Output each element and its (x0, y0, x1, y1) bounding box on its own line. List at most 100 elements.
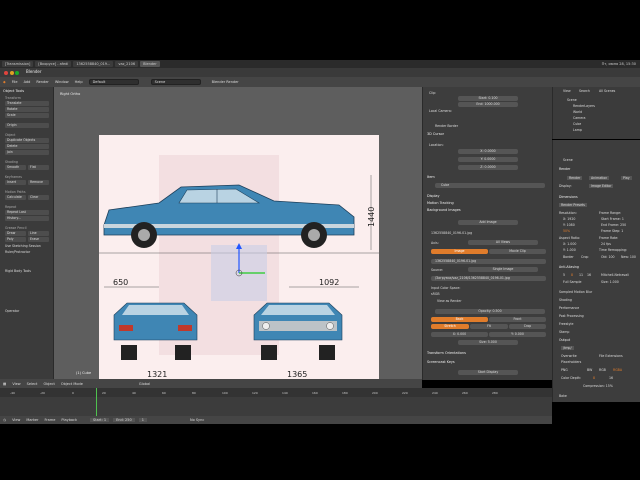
aa-samples-8[interactable]: 8 (571, 273, 573, 277)
taskbar-item-blender[interactable]: Blender (140, 61, 160, 67)
object-menu[interactable]: Object (40, 382, 57, 386)
resolution-y-field[interactable]: Y: 1080 (563, 223, 575, 227)
overwrite-checkbox[interactable]: Overwrite (561, 354, 577, 358)
cursor-x-field[interactable]: X: 0.0000 (458, 149, 518, 154)
timeline-frame-menu[interactable]: Frame (41, 418, 58, 422)
crop-button[interactable]: Crop (509, 324, 546, 329)
render-engine-selector[interactable]: Blender Render (209, 80, 242, 84)
orientation-selector[interactable]: Global (136, 382, 153, 386)
minimize-window-icon[interactable] (9, 70, 14, 75)
image-datablock-field[interactable]: 1362558840_0196-01.jpg (431, 259, 546, 264)
render-button[interactable]: Render (567, 176, 583, 180)
blender-logo-icon[interactable]: ◆ (0, 80, 9, 84)
stretch-button[interactable]: Stretch (431, 324, 469, 329)
bg-size-field[interactable]: Size: 5.000 (458, 340, 518, 345)
repeat-last-button[interactable]: Repeat Last (5, 210, 49, 215)
shading-header[interactable]: Shading (559, 298, 572, 302)
cursor-z-field[interactable]: Z: 0.0000 (458, 165, 518, 170)
bw-button[interactable]: BW (587, 368, 592, 372)
outliner-view-menu[interactable]: View (563, 89, 571, 93)
current-frame-field[interactable]: 1 (138, 418, 147, 422)
output-header[interactable]: Output (559, 338, 570, 342)
smooth-button[interactable]: Smooth (5, 165, 26, 170)
menu-window[interactable]: Window (52, 80, 72, 84)
remove-keyframe-button[interactable]: Remove (28, 180, 49, 185)
layout-selector[interactable]: Default (88, 79, 139, 85)
offset-y-field[interactable]: Y: 0.000 (489, 332, 546, 337)
timeline-view-menu[interactable]: View (9, 418, 23, 422)
output-path-field[interactable]: /tmp/ (561, 346, 574, 350)
ruler-button[interactable]: Ruler/Protractor (5, 250, 30, 254)
aa-filter-selector[interactable]: Mitchell-Netravali (601, 273, 629, 277)
performance-header[interactable]: Performance (559, 306, 579, 310)
operator-heading[interactable]: Operator (5, 309, 19, 313)
source-selector[interactable]: Single Image (468, 267, 538, 272)
front-button[interactable]: Front (489, 317, 546, 322)
compression-slider[interactable]: Compression: 15% (583, 384, 613, 388)
flat-button[interactable]: Flat (28, 165, 49, 170)
line-button[interactable]: Line (28, 231, 49, 236)
erase-button[interactable]: Erase (28, 237, 49, 242)
render-border-checkbox[interactable]: Render Border (435, 124, 458, 128)
use-sketching-checkbox[interactable]: Use Sketching Session (5, 244, 41, 248)
depth-8-button[interactable]: 8 (593, 376, 595, 380)
history-button[interactable]: History... (5, 216, 49, 221)
filepath-field[interactable]: /Загрузки/vaz_2106/1362558840_0196-01.jp… (431, 276, 546, 281)
image-source-tab[interactable]: Image (431, 249, 488, 254)
duplicate-button[interactable]: Duplicate Objects (5, 138, 49, 143)
outliner-item-camera[interactable]: Camera (573, 116, 586, 120)
movie-clip-tab[interactable]: Movie Clip (489, 249, 546, 254)
aa-samples-16[interactable]: 16 (587, 273, 591, 277)
scale-button[interactable]: Scale (5, 113, 49, 118)
old-field[interactable]: Old: 100 (601, 255, 615, 259)
taskbar-item[interactable]: vaz_2106 (115, 61, 139, 67)
sync-selector[interactable]: No Sync (187, 418, 207, 422)
play-button[interactable]: Play (621, 176, 632, 180)
animation-button[interactable]: Animation (589, 176, 610, 180)
rotate-button[interactable]: Rotate (5, 107, 49, 112)
taskbar-item[interactable]: [Transmission] (2, 61, 34, 67)
freestyle-header[interactable]: Freestyle (559, 322, 573, 326)
end-frame-field[interactable]: End: 250 (113, 418, 135, 422)
file-format-selector[interactable]: PNG (561, 368, 568, 372)
aspect-y-field[interactable]: Y: 1.000 (563, 248, 576, 252)
cursor-y-field[interactable]: Y: 0.0000 (458, 157, 518, 162)
aa-samples-11[interactable]: 11 (579, 273, 583, 277)
frame-step-field[interactable]: Frame Step: 1 (601, 229, 623, 233)
color-space-value[interactable]: sRGB (431, 292, 440, 296)
poly-button[interactable]: Poly (5, 237, 26, 242)
clear-button[interactable]: Clear (28, 195, 49, 200)
view-menu[interactable]: View (9, 382, 23, 386)
menu-add[interactable]: Add (21, 80, 34, 84)
anti-aliasing-header[interactable]: Anti-Aliasing (559, 265, 579, 269)
outliner-search-menu[interactable]: Search (579, 89, 590, 93)
join-button[interactable]: Join (5, 150, 49, 155)
display-panel-header[interactable]: Display (427, 194, 549, 199)
add-image-button[interactable]: Add Image (458, 220, 518, 225)
aa-size-field[interactable]: Size: 1.000 (601, 280, 619, 284)
3d-viewport[interactable]: Right Ortho 1440 650 1092 1321 1365 (1) … (54, 87, 422, 379)
post-processing-header[interactable]: Post Processing (559, 314, 584, 318)
menu-render[interactable]: Render (33, 80, 51, 84)
render-panel-header[interactable]: Render (559, 167, 570, 171)
timeline[interactable]: -40 -20 0 20 40 60 80 100 120 140 160 18… (0, 388, 552, 416)
start-frame-field[interactable]: Start: 1 (90, 418, 110, 422)
axis-selector[interactable]: All Views (468, 240, 538, 245)
outliner-item-renderlayers[interactable]: RenderLayers (573, 104, 595, 108)
outliner-item-cube[interactable]: Cube (573, 122, 581, 126)
background-images-header[interactable]: Background Images (427, 208, 549, 213)
clip-start-field[interactable]: Start: 0.100 (458, 96, 518, 101)
display-selector[interactable]: Image Editor (589, 184, 614, 188)
timeline-marker-menu[interactable]: Marker (23, 418, 41, 422)
end-frame-field[interactable]: End Frame: 250 (601, 223, 626, 227)
resolution-x-field[interactable]: X: 1920 (563, 217, 575, 221)
timeline-editor-icon[interactable]: ◷ (0, 418, 9, 422)
delete-button[interactable]: Delete (5, 144, 49, 149)
start-display-button[interactable]: Start Display (458, 370, 518, 375)
draw-button[interactable]: Draw (5, 231, 26, 236)
rgb-button[interactable]: RGB (599, 368, 606, 372)
bake-header[interactable]: Bake (559, 394, 567, 398)
full-sample-checkbox[interactable]: Full Sample (563, 280, 581, 284)
dimensions-panel-header[interactable]: Dimensions (559, 195, 578, 199)
placeholders-checkbox[interactable]: Placeholders (561, 360, 581, 364)
